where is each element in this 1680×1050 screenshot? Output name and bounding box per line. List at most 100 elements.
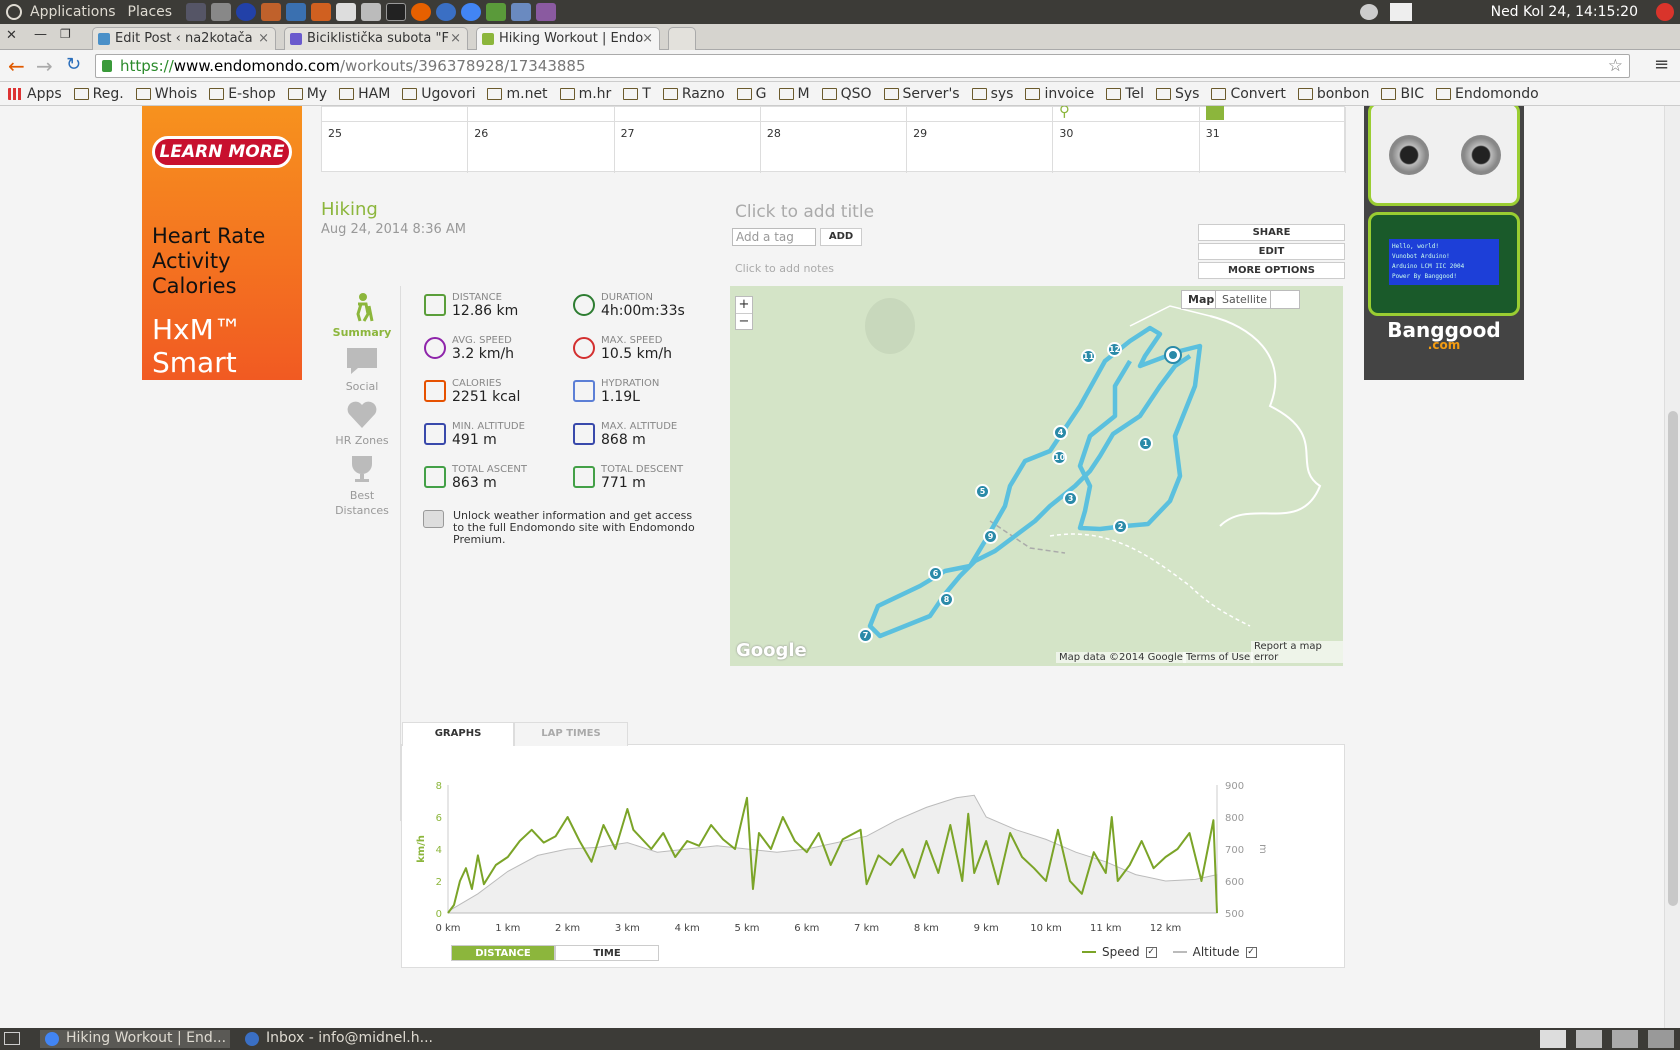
network-icon[interactable] bbox=[1360, 4, 1378, 20]
bookmark-item[interactable]: Whois bbox=[135, 86, 197, 102]
tab-close-icon[interactable]: × bbox=[258, 31, 269, 46]
map-type-satellite[interactable]: Satellite bbox=[1215, 290, 1275, 309]
virtualbox-icon[interactable] bbox=[286, 3, 307, 21]
bookmark-item[interactable]: Reg. bbox=[73, 86, 124, 102]
bookmark-item[interactable]: invoice bbox=[1025, 86, 1094, 102]
add-tag-button[interactable]: ADD bbox=[820, 228, 862, 246]
tab-graphs[interactable]: GRAPHS bbox=[402, 722, 514, 746]
calendar-day[interactable]: 28 bbox=[761, 107, 908, 173]
altitude-checkbox[interactable]: ✓ bbox=[1245, 946, 1257, 958]
bookmark-item[interactable]: QSO bbox=[821, 86, 872, 102]
add-notes-field[interactable]: Click to add notes bbox=[735, 262, 834, 275]
hiking-icon[interactable] bbox=[1206, 106, 1224, 120]
places-menu[interactable]: Places bbox=[128, 4, 173, 20]
bookmark-item[interactable]: Endomondo bbox=[1435, 86, 1539, 102]
show-desktop-icon[interactable] bbox=[4, 1032, 20, 1045]
new-tab-button[interactable] bbox=[668, 27, 696, 50]
ad-banner-left[interactable]: LEARN MORE Heart Rate Activity Calories … bbox=[142, 106, 302, 380]
scrollbar-thumb[interactable] bbox=[1668, 411, 1678, 906]
bookmark-item[interactable]: Tel bbox=[1106, 86, 1144, 102]
taskbar-item-chrome[interactable]: Hiking Workout | End... bbox=[40, 1030, 230, 1048]
nav-hr-zones[interactable]: HR Zones bbox=[330, 400, 394, 447]
calculator-icon[interactable] bbox=[211, 3, 232, 21]
workspace-1[interactable] bbox=[1540, 1030, 1566, 1048]
bookmark-item[interactable]: BIC bbox=[1381, 86, 1424, 102]
route-marker[interactable]: 6 bbox=[928, 566, 943, 581]
time-toggle[interactable]: TIME bbox=[555, 945, 659, 961]
nav-social[interactable]: Social bbox=[330, 346, 394, 393]
power-icon[interactable] bbox=[1656, 3, 1674, 21]
terms-of-use-link[interactable]: Terms of Use bbox=[1183, 652, 1254, 663]
bookmark-item[interactable]: Ugovori bbox=[402, 86, 475, 102]
bookmark-item[interactable]: m.net bbox=[487, 86, 548, 102]
speed-altitude-chart[interactable]: 0 2 4 6 8 500 600 700 800 900 0 km 1 km 2 km 3 km 4 km… bbox=[402, 745, 1346, 969]
screen-icon[interactable] bbox=[536, 3, 557, 21]
nav-summary[interactable]: Summary bbox=[330, 292, 394, 339]
report-map-error-link[interactable]: Report a map error bbox=[1251, 641, 1343, 663]
chromium-icon[interactable] bbox=[461, 3, 482, 21]
window-minimize-icon[interactable]: — bbox=[34, 27, 47, 42]
reload-icon[interactable]: ↻ bbox=[66, 54, 81, 75]
map-canvas[interactable] bbox=[730, 286, 1343, 666]
taskbar-item-thunderbird[interactable]: Inbox - info@midnel.h... bbox=[240, 1030, 433, 1048]
route-marker[interactable]: 1 bbox=[1138, 436, 1153, 451]
window-close-icon[interactable]: ✕ bbox=[6, 28, 17, 43]
route-map[interactable]: 1 2 3 4 5 6 7 8 9 10 11 12 + − Map Satellite Google… bbox=[730, 286, 1343, 666]
fullscreen-icon[interactable] bbox=[1270, 290, 1300, 309]
route-marker[interactable]: 7 bbox=[858, 628, 873, 643]
tab-hiking-workout[interactable]: Hiking Workout | Endo × bbox=[476, 27, 660, 50]
distance-toggle[interactable]: DISTANCE bbox=[451, 945, 555, 961]
trash-icon[interactable] bbox=[1648, 1030, 1674, 1048]
bookmark-item[interactable]: T bbox=[623, 86, 651, 102]
bookmark-item[interactable]: Server's bbox=[883, 86, 960, 102]
ad-banner-right[interactable]: Hello, world! Vunobot Arduino! Arduino L… bbox=[1364, 106, 1524, 380]
route-marker[interactable]: 5 bbox=[975, 484, 990, 499]
address-bar[interactable]: https://www.endomondo.com/workouts/39637… bbox=[95, 54, 1630, 78]
app-icon-2[interactable] bbox=[511, 3, 532, 21]
folder-icon[interactable] bbox=[311, 3, 332, 21]
printer-icon[interactable] bbox=[1390, 3, 1412, 21]
bookmark-item[interactable]: M bbox=[778, 86, 810, 102]
workspace-3[interactable] bbox=[1612, 1030, 1638, 1048]
window-restore-icon[interactable]: ❐ bbox=[60, 27, 71, 41]
bookmark-item[interactable]: Convert bbox=[1211, 86, 1286, 102]
clock[interactable]: Ned Kol 24, 14:15:20 bbox=[1491, 4, 1638, 20]
add-title-field[interactable]: Click to add title bbox=[735, 202, 874, 222]
speed-checkbox[interactable]: ✓ bbox=[1145, 946, 1157, 958]
calendar-day[interactable]: 26 bbox=[468, 107, 615, 173]
route-marker[interactable]: 2 bbox=[1113, 519, 1128, 534]
edit-button[interactable]: EDIT bbox=[1198, 243, 1345, 260]
workspace-2[interactable] bbox=[1576, 1030, 1602, 1048]
files-icon[interactable] bbox=[261, 3, 282, 21]
text-editor-icon[interactable] bbox=[336, 3, 357, 21]
back-icon[interactable]: ← bbox=[8, 54, 25, 78]
bookmark-item[interactable]: E-shop bbox=[209, 86, 276, 102]
chrome-menu-icon[interactable]: ≡ bbox=[1654, 54, 1669, 75]
route-marker[interactable]: 8 bbox=[939, 592, 954, 607]
calendar-day[interactable]: 27 bbox=[615, 107, 761, 173]
share-button[interactable]: SHARE bbox=[1198, 224, 1345, 241]
bookmark-item[interactable]: My bbox=[287, 86, 327, 102]
bookmark-item[interactable]: bonbon bbox=[1297, 86, 1369, 102]
system-monitor-icon[interactable] bbox=[186, 3, 207, 21]
thunderbird-icon[interactable] bbox=[436, 3, 457, 21]
route-start-marker[interactable] bbox=[1166, 348, 1180, 362]
applications-menu[interactable]: Applications bbox=[30, 4, 116, 20]
zoom-out-button[interactable]: − bbox=[736, 314, 752, 330]
bookmark-item[interactable]: sys bbox=[971, 86, 1013, 102]
tab-biciklisticka[interactable]: Biciklistička subota "F × bbox=[284, 27, 468, 50]
forward-icon[interactable]: → bbox=[36, 54, 53, 78]
app-icon[interactable] bbox=[236, 3, 257, 21]
tab-close-icon[interactable]: × bbox=[450, 31, 461, 46]
tag-input[interactable]: Add a tag bbox=[732, 228, 816, 246]
zoom-in-button[interactable]: + bbox=[736, 297, 752, 314]
terminal-icon[interactable] bbox=[386, 3, 407, 21]
tab-edit-post[interactable]: Edit Post ‹ na2kotača × bbox=[92, 27, 276, 50]
calendar-day[interactable]: 25 bbox=[322, 107, 469, 173]
bookmark-item[interactable]: Razno bbox=[662, 86, 725, 102]
page-scrollbar[interactable] bbox=[1664, 106, 1680, 1028]
bookmark-item[interactable]: HAM bbox=[339, 86, 390, 102]
bookmark-star-icon[interactable]: ☆ bbox=[1608, 56, 1623, 76]
route-marker[interactable]: 11 bbox=[1081, 349, 1096, 364]
firefox-icon[interactable] bbox=[411, 3, 432, 21]
